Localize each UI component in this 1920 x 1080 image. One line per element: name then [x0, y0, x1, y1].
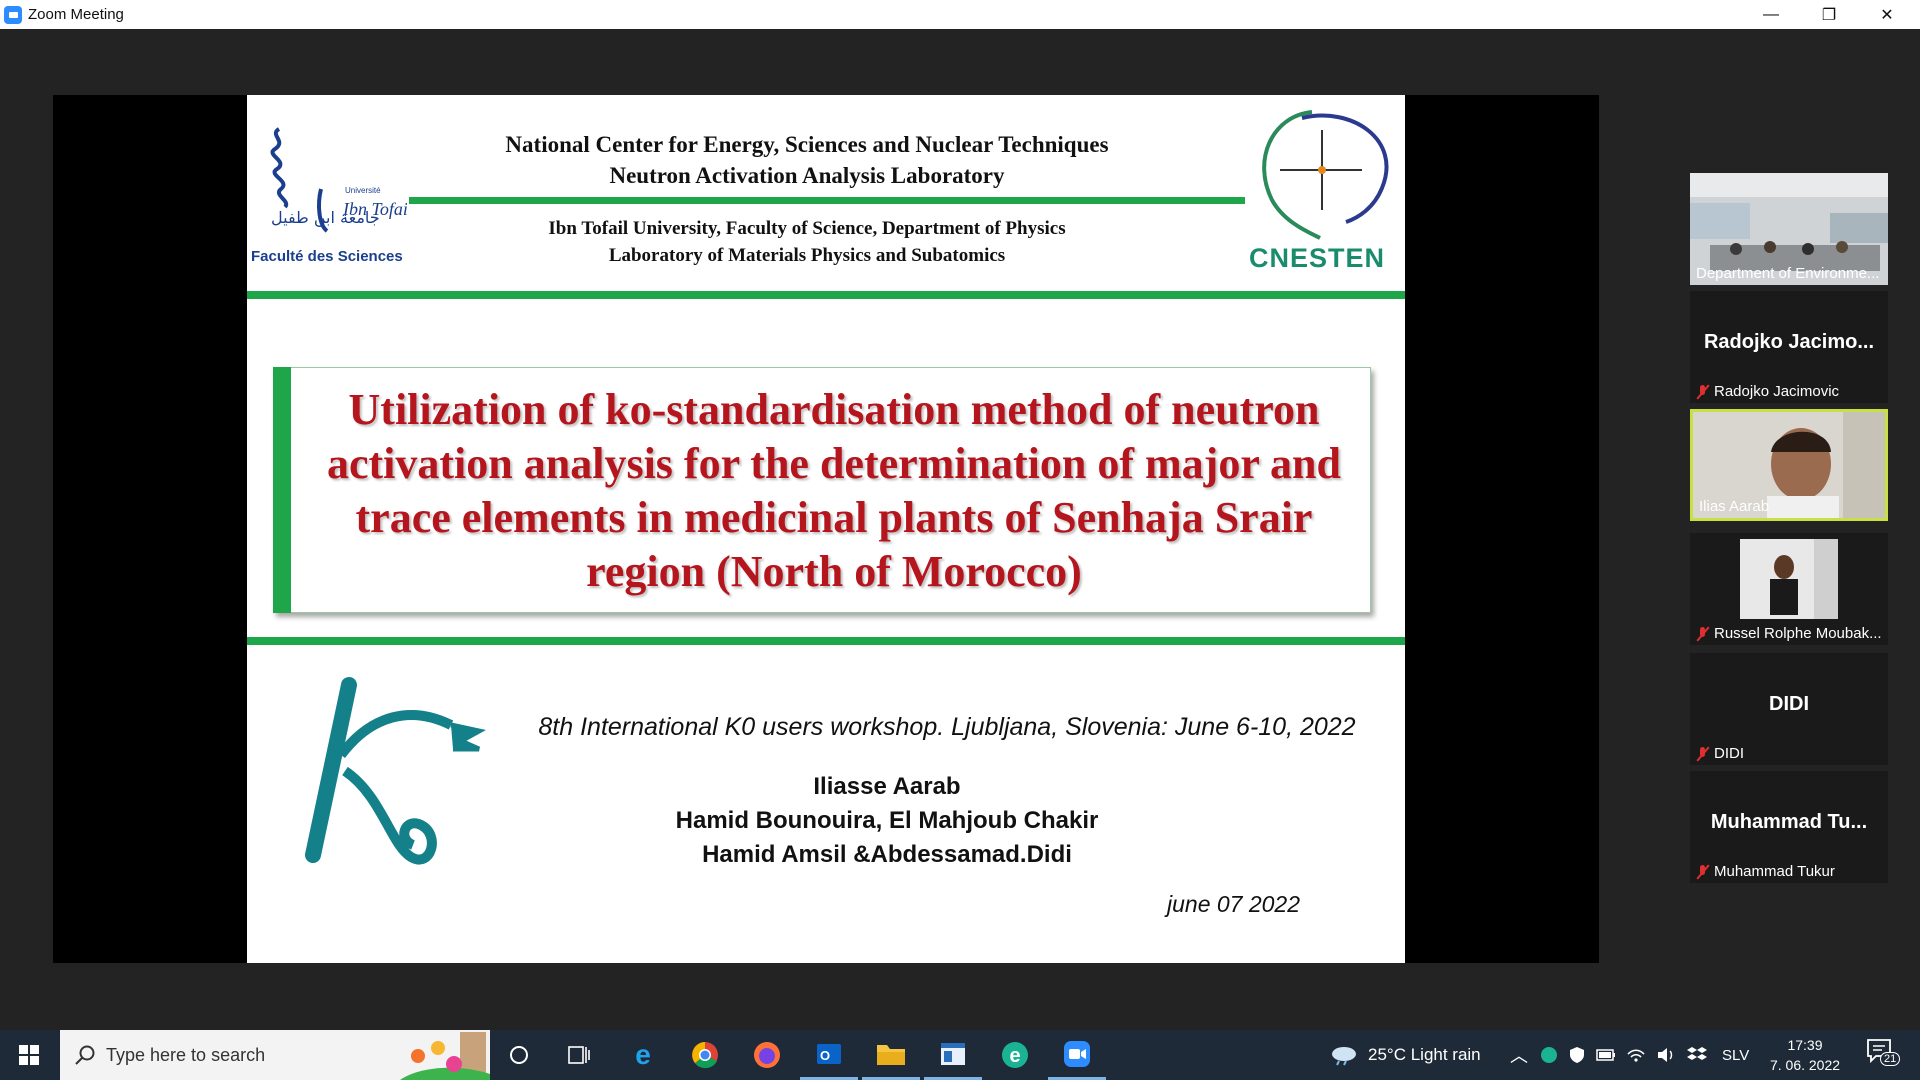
start-button[interactable]: [0, 1030, 58, 1080]
search-highlight-icon: [400, 1030, 490, 1080]
search-placeholder: Type here to search: [106, 1044, 266, 1065]
taskbar-zoom[interactable]: [1048, 1030, 1106, 1080]
title-accent-bar: [273, 367, 291, 613]
participant-name: Russel Rolphe Moubak...: [1714, 625, 1882, 642]
workshop-line: 8th International K0 users workshop. Lju…: [538, 713, 1356, 741]
svg-text:جامعة ابن طفيل: جامعة ابن طفيل: [271, 208, 380, 228]
slide-title: Utilization of ko-standardisation method…: [327, 385, 1341, 596]
chrome-icon: [692, 1042, 718, 1069]
participant-name: Muhammad Tukur: [1714, 863, 1835, 880]
header-university: Ibn Tofail University, Faculty of Scienc…: [548, 218, 1066, 266]
participant-tile-ilias[interactable]: Ilias Aarab: [1690, 409, 1888, 521]
faculte-sciences-logo: Ibn Tofail Université جامعة ابن طفيل: [270, 127, 407, 233]
dropbox-icon[interactable]: [1686, 1046, 1708, 1064]
cnesten-label: CNESTEN: [1249, 243, 1386, 273]
author-coauthors-2: Hamid Amsil &Abdessamad.Didi: [702, 841, 1072, 868]
participant-name: Radojko Jacimovic: [1714, 383, 1840, 400]
mic-muted-icon: [1696, 384, 1710, 400]
rain-cloud-icon: [1332, 1047, 1356, 1066]
svg-text:e: e: [1009, 1045, 1020, 1067]
weather-text: 25°C Light rain: [1368, 1045, 1481, 1064]
shield-icon[interactable]: [1568, 1046, 1586, 1064]
participant-name: Department of Environme...: [1696, 265, 1880, 282]
presentation-slide: Ibn Tofail Université جامعة ابن طفيل Fac…: [247, 95, 1405, 963]
slide-title-box: Utilization of ko-standardisation method…: [273, 367, 1371, 613]
taskbar-search-box[interactable]: Type here to search: [60, 1030, 490, 1080]
close-button[interactable]: ✕: [1858, 0, 1916, 29]
header-institution: National Center for Energy, Sciences and…: [505, 132, 1109, 188]
participant-tile-russel[interactable]: Russel Rolphe Moubak...: [1690, 533, 1888, 645]
taskbar-file-explorer[interactable]: [862, 1030, 920, 1080]
weather-widget[interactable]: 25°C Light rain: [1330, 1030, 1481, 1080]
presentation-date: june 07 2022: [1167, 891, 1301, 917]
system-tray: ︿ SLV: [1510, 1030, 1749, 1080]
volume-icon[interactable]: [1656, 1046, 1676, 1064]
logo-caption: Faculté des Sciences: [251, 248, 403, 265]
clock-date: 7. 06. 2022: [1769, 1057, 1841, 1073]
svg-text:O: O: [820, 1048, 830, 1063]
clock-time: 17:39: [1787, 1037, 1823, 1053]
title-bar: Zoom Meeting — ❐ ✕: [0, 0, 1920, 29]
outlook-icon: O: [817, 1043, 841, 1064]
notification-count-badge: 21: [1880, 1052, 1901, 1066]
taskbar-reader[interactable]: [924, 1030, 982, 1080]
cortana-button[interactable]: [490, 1030, 548, 1080]
participant-display-name: Muhammad Tu...: [1710, 811, 1868, 833]
green-band-top: [247, 291, 1405, 299]
minimize-button[interactable]: —: [1742, 0, 1800, 29]
window-title: Zoom Meeting: [28, 6, 124, 23]
maximize-button[interactable]: ❐: [1800, 0, 1858, 29]
taskbar-edge[interactable]: e: [614, 1030, 672, 1080]
wifi-icon[interactable]: [1626, 1046, 1646, 1064]
participant-tile-room[interactable]: Department of Environme...: [1690, 173, 1888, 285]
input-language[interactable]: SLV: [1722, 1047, 1749, 1064]
participant-tile-radojko[interactable]: Radojko Jacimo... Radojko Jacimovic: [1690, 291, 1888, 403]
taskbar-edge-chromium[interactable]: e: [986, 1030, 1044, 1080]
green-band-bottom: [247, 637, 1405, 645]
mic-muted-icon: [1696, 626, 1710, 642]
participant-tile-muhammad[interactable]: Muhammad Tu... Muhammad Tukur: [1690, 771, 1888, 883]
cortana-icon: [510, 1046, 528, 1064]
k0-workshop-logo: [305, 677, 487, 865]
edge-update-icon[interactable]: [1540, 1046, 1558, 1064]
taskbar-firefox[interactable]: [738, 1030, 796, 1080]
chevron-up-icon[interactable]: ︿: [1510, 1042, 1528, 1068]
zoom-app-icon: [4, 5, 22, 24]
document-reader-icon: [941, 1042, 965, 1065]
participant-name: DIDI: [1714, 745, 1744, 762]
windows-taskbar: Type here to search e O e 25°C Light rai…: [0, 1030, 1920, 1080]
participant-name: Ilias Aarab: [1699, 498, 1770, 515]
participant-tile-didi[interactable]: DIDI DIDI: [1690, 653, 1888, 765]
internet-explorer-icon: e: [635, 1040, 651, 1070]
mic-muted-icon: [1696, 746, 1710, 762]
taskbar-chrome[interactable]: [676, 1030, 734, 1080]
task-view-button[interactable]: [550, 1030, 608, 1080]
edge-icon: e: [1002, 1042, 1028, 1068]
header-divider: [409, 197, 1245, 204]
author-coauthors-1: Hamid Bounouira, El Mahjoub Chakir: [675, 807, 1099, 834]
zoom-icon: [1064, 1040, 1090, 1067]
windows-icon: [19, 1045, 39, 1065]
notification-center-button[interactable]: 21: [1866, 1038, 1902, 1072]
participant-display-name: Radojko Jacimo...: [1703, 331, 1875, 353]
search-icon: [75, 1045, 95, 1065]
firefox-icon: [754, 1042, 780, 1068]
clock[interactable]: 17:39 7. 06. 2022: [1750, 1035, 1860, 1075]
task-view-icon: [568, 1046, 590, 1064]
svg-text:e: e: [635, 1040, 651, 1070]
logo-universite: Université: [345, 186, 381, 195]
author-presenter: Iliasse Aarab: [813, 773, 961, 800]
participant-display-name: DIDI: [1769, 693, 1809, 715]
battery-icon[interactable]: [1596, 1048, 1616, 1062]
taskbar-outlook[interactable]: O: [800, 1030, 858, 1080]
mic-muted-icon: [1696, 864, 1710, 880]
folder-icon: [877, 1044, 905, 1065]
